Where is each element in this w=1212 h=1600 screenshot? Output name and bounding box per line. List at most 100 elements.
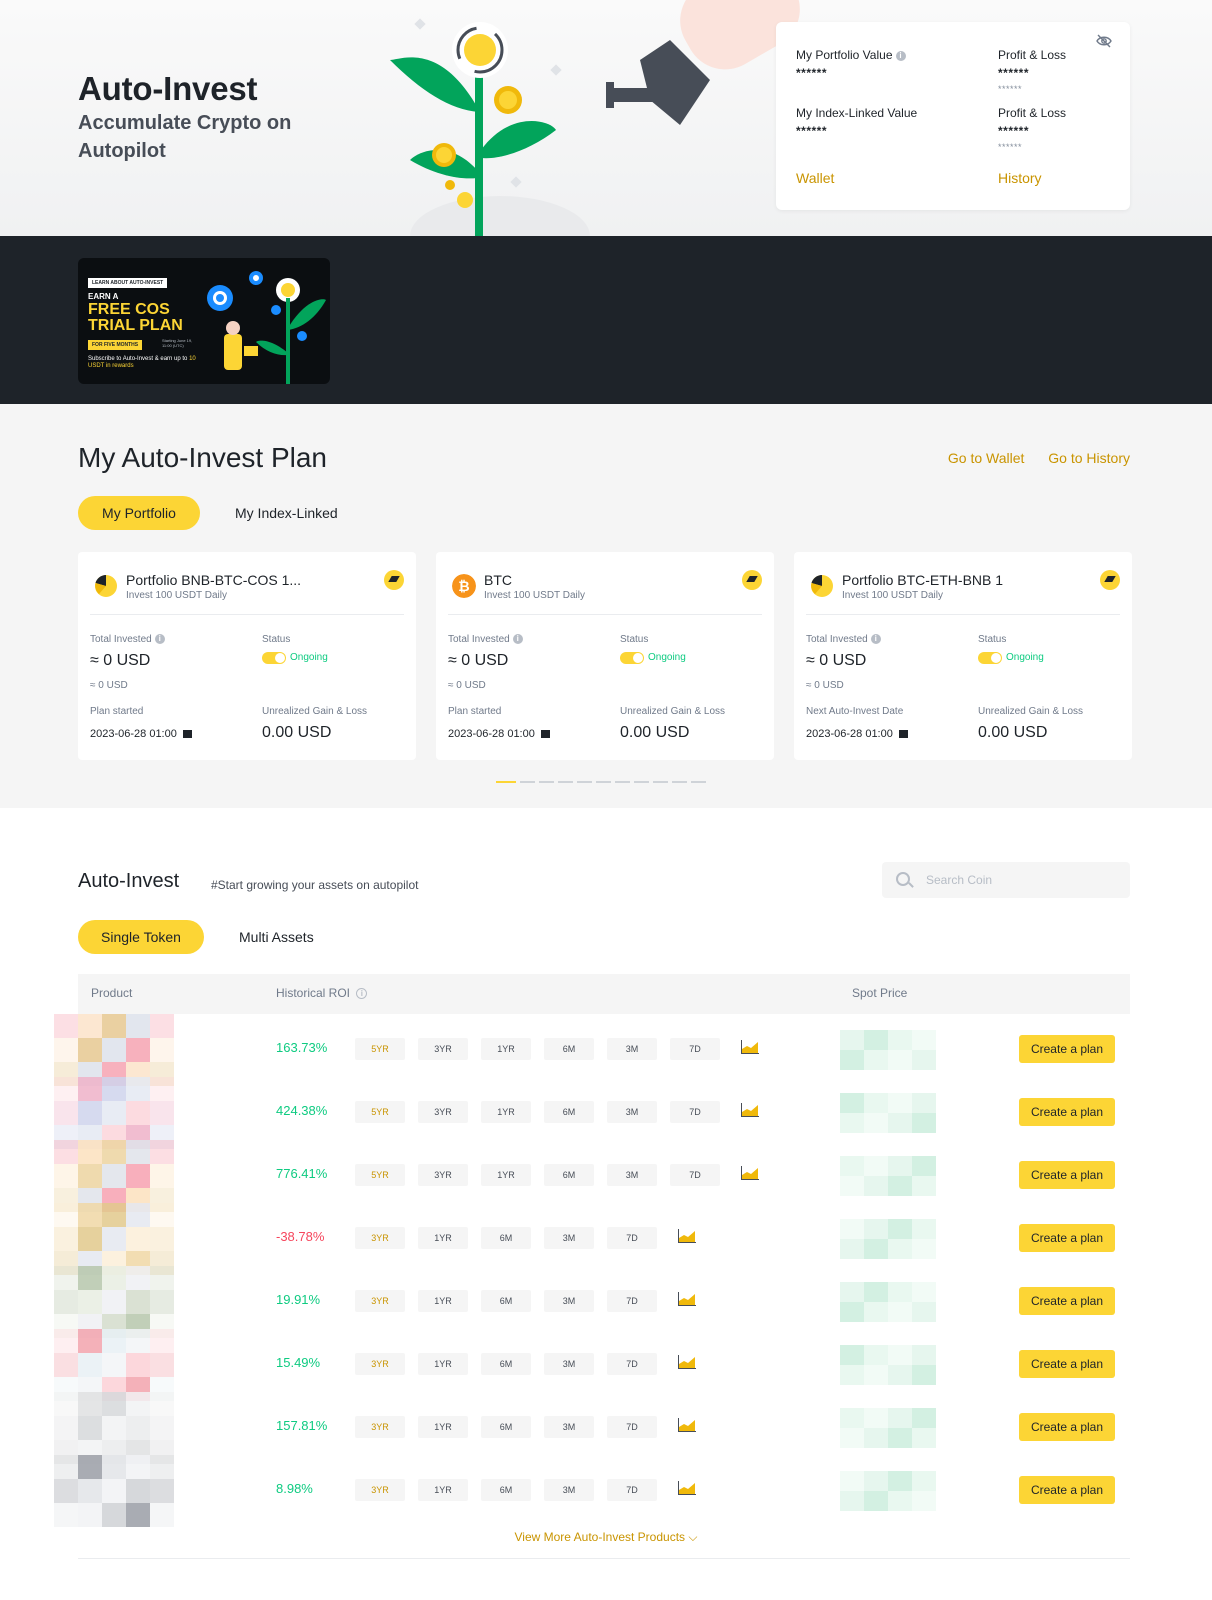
roi-chart-icon[interactable]: [678, 1418, 696, 1432]
create-plan-button[interactable]: Create a plan: [1019, 1224, 1115, 1252]
period-button[interactable]: 1YR: [418, 1290, 468, 1312]
period-button[interactable]: 1YR: [418, 1479, 468, 1501]
status-toggle[interactable]: [620, 652, 644, 664]
info-icon[interactable]: i: [154, 634, 165, 645]
period-button[interactable]: 3M: [544, 1227, 594, 1249]
hide-balance-icon[interactable]: [1096, 34, 1112, 48]
period-button[interactable]: 3M: [607, 1164, 657, 1186]
go-to-wallet-link[interactable]: Go to Wallet: [948, 450, 1025, 466]
pagination-dot[interactable]: [577, 781, 592, 783]
roi-chart-icon[interactable]: [741, 1040, 759, 1054]
view-more-link[interactable]: View More Auto-Invest Products ⌵: [0, 1530, 1212, 1545]
pagination-dot[interactable]: [496, 781, 516, 783]
period-button[interactable]: 7D: [670, 1164, 720, 1186]
period-button[interactable]: 3YR: [418, 1038, 468, 1060]
go-to-history-link[interactable]: Go to History: [1048, 450, 1130, 466]
period-button[interactable]: 5YR: [355, 1101, 405, 1123]
info-icon[interactable]: i: [895, 50, 906, 61]
historical-roi-value: 424.38%: [276, 1103, 328, 1118]
period-button[interactable]: 6M: [481, 1227, 531, 1249]
period-button[interactable]: 3YR: [355, 1353, 405, 1375]
period-button[interactable]: 5YR: [355, 1038, 405, 1060]
roi-chart-icon[interactable]: [741, 1103, 759, 1117]
create-plan-button[interactable]: Create a plan: [1019, 1161, 1115, 1189]
period-button[interactable]: 3M: [544, 1290, 594, 1312]
period-button[interactable]: 6M: [544, 1101, 594, 1123]
period-button[interactable]: 1YR: [418, 1416, 468, 1438]
edit-plan-icon[interactable]: [384, 570, 404, 590]
plan-card[interactable]: Portfolio BNB-BTC-COS 1... Invest 100 US…: [78, 552, 416, 760]
create-plan-button[interactable]: Create a plan: [1019, 1287, 1115, 1315]
tab-my-index-linked[interactable]: My Index-Linked: [235, 496, 338, 530]
search-coin-input[interactable]: [926, 862, 1116, 898]
period-button[interactable]: 3M: [544, 1353, 594, 1375]
pagination-dot[interactable]: [520, 781, 535, 783]
pagination-dot[interactable]: [691, 781, 706, 783]
period-button[interactable]: 7D: [607, 1479, 657, 1501]
period-button[interactable]: 7D: [670, 1101, 720, 1123]
period-button[interactable]: 1YR: [481, 1164, 531, 1186]
period-button[interactable]: 3YR: [355, 1416, 405, 1438]
calendar-icon: [898, 730, 908, 739]
promo-tag: LEARN ABOUT AUTO-INVEST: [88, 278, 168, 288]
info-icon[interactable]: i: [512, 634, 523, 645]
period-button[interactable]: 7D: [607, 1227, 657, 1249]
pagination-dot[interactable]: [596, 781, 611, 783]
status-toggle[interactable]: [262, 652, 286, 664]
history-link[interactable]: History: [998, 170, 1042, 186]
period-button[interactable]: 1YR: [418, 1227, 468, 1249]
plan-card[interactable]: ₿ BTC Invest 100 USDT Daily Total Invest…: [436, 552, 774, 760]
period-button[interactable]: 3YR: [355, 1290, 405, 1312]
wallet-link[interactable]: Wallet: [796, 170, 834, 186]
create-plan-button[interactable]: Create a plan: [1019, 1098, 1115, 1126]
roi-chart-icon[interactable]: [678, 1292, 696, 1306]
period-button[interactable]: 1YR: [418, 1353, 468, 1375]
status-toggle[interactable]: [978, 652, 1002, 664]
edit-plan-icon[interactable]: [742, 570, 762, 590]
period-button[interactable]: 7D: [670, 1038, 720, 1060]
edit-plan-icon[interactable]: [1100, 570, 1120, 590]
info-icon[interactable]: i: [870, 634, 881, 645]
period-button[interactable]: 3YR: [355, 1479, 405, 1501]
pagination-dot[interactable]: [672, 781, 687, 783]
period-button[interactable]: 7D: [607, 1290, 657, 1312]
period-button[interactable]: 3YR: [418, 1164, 468, 1186]
promo-banner[interactable]: LEARN ABOUT AUTO-INVEST EARN A FREE COS …: [78, 258, 330, 384]
create-plan-button[interactable]: Create a plan: [1019, 1476, 1115, 1504]
create-plan-button[interactable]: Create a plan: [1019, 1413, 1115, 1441]
period-button[interactable]: 7D: [607, 1416, 657, 1438]
pagination-dot[interactable]: [615, 781, 630, 783]
pagination-dot[interactable]: [634, 781, 649, 783]
period-button[interactable]: 6M: [544, 1164, 594, 1186]
period-button[interactable]: 3M: [544, 1416, 594, 1438]
roi-chart-icon[interactable]: [741, 1166, 759, 1180]
period-button[interactable]: 3M: [607, 1101, 657, 1123]
period-button[interactable]: 6M: [481, 1290, 531, 1312]
roi-chart-icon[interactable]: [678, 1355, 696, 1369]
period-button[interactable]: 6M: [544, 1038, 594, 1060]
period-button[interactable]: 5YR: [355, 1164, 405, 1186]
create-plan-button[interactable]: Create a plan: [1019, 1350, 1115, 1378]
period-button[interactable]: 7D: [607, 1353, 657, 1375]
tab-multi-assets[interactable]: Multi Assets: [239, 920, 314, 954]
pagination-dot[interactable]: [558, 781, 573, 783]
period-button[interactable]: 1YR: [481, 1101, 531, 1123]
plan-card[interactable]: Portfolio BTC-ETH-BNB 1 Invest 100 USDT …: [794, 552, 1132, 760]
period-button[interactable]: 6M: [481, 1479, 531, 1501]
period-button[interactable]: 3M: [544, 1479, 594, 1501]
pagination-dot[interactable]: [653, 781, 668, 783]
info-icon[interactable]: i: [356, 988, 368, 1000]
total-invested-label: Total Invested i: [90, 634, 165, 645]
period-button[interactable]: 6M: [481, 1416, 531, 1438]
pagination-dot[interactable]: [539, 781, 554, 783]
tab-single-token[interactable]: Single Token: [78, 920, 204, 954]
period-button[interactable]: 6M: [481, 1353, 531, 1375]
period-button[interactable]: 3M: [607, 1038, 657, 1060]
roi-chart-icon[interactable]: [678, 1481, 696, 1495]
period-button[interactable]: 1YR: [481, 1038, 531, 1060]
tab-my-portfolio[interactable]: My Portfolio: [78, 496, 200, 530]
create-plan-button[interactable]: Create a plan: [1019, 1035, 1115, 1063]
roi-chart-icon[interactable]: [678, 1229, 696, 1243]
period-button[interactable]: 3YR: [418, 1101, 468, 1123]
period-button[interactable]: 3YR: [355, 1227, 405, 1249]
